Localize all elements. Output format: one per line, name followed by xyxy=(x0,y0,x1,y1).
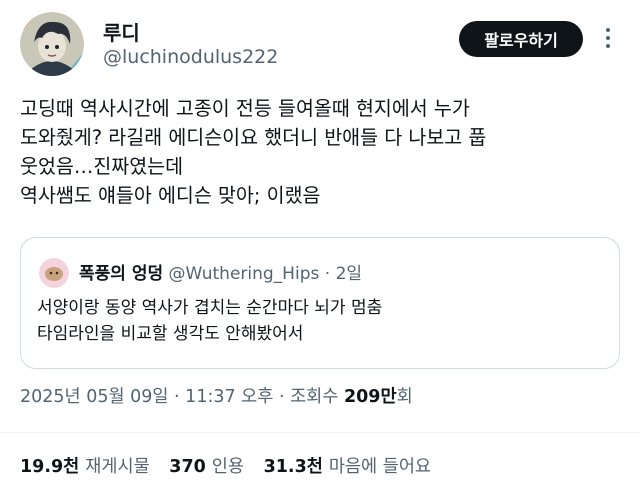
reposts-stat[interactable]: 19.9천 재게시물 xyxy=(20,453,150,478)
quotes-stat[interactable]: 370 인용 xyxy=(169,453,244,478)
quoted-tweet-header: 폭풍의 엉덩 @Wuthering_Hips · 2일 xyxy=(79,259,362,284)
views-count: 209만 xyxy=(343,387,397,407)
likes-count: 31.3천 xyxy=(263,457,323,477)
quoted-tweet-text: 서양이랑 동양 역사가 겹치는 순간마다 뇌가 멈춤 타임라인을 비교할 생각도… xyxy=(37,295,607,347)
likes-label: 마음에 들어요 xyxy=(328,457,432,477)
quotes-label: 인용 xyxy=(211,457,244,477)
author-display-name[interactable]: 루디 xyxy=(103,17,140,46)
quoted-author-handle[interactable]: @Wuthering_Hips xyxy=(169,264,320,284)
tweet-timestamp[interactable]: 2025년 05월 09일 · 11:37 오후 · 조회수 xyxy=(20,387,344,407)
author-avatar[interactable] xyxy=(20,12,84,76)
engagement-stats: 19.9천 재게시물 370 인용 31.3천 마음에 들어요 xyxy=(20,453,445,478)
quoted-text-line: 서양이랑 동양 역사가 겹치는 순간마다 뇌가 멈춤 xyxy=(37,298,383,318)
quoted-tweet-card[interactable]: 폭풍의 엉덩 @Wuthering_Hips · 2일 서양이랑 동양 역사가 … xyxy=(20,237,620,369)
divider xyxy=(0,432,640,433)
tweet-text-line: 역사쌤도 얘들아 에디슨 맞아; 이랬음 xyxy=(20,184,321,207)
reposts-label: 재게시물 xyxy=(85,457,150,477)
more-options-icon[interactable] xyxy=(598,24,618,54)
tweet-text-line: 웃었음…진짜였는데 xyxy=(20,155,184,178)
quoted-author-avatar[interactable] xyxy=(39,258,69,288)
likes-stat[interactable]: 31.3천 마음에 들어요 xyxy=(264,453,431,478)
tweet-text-line: 고딩때 역사시간에 고종이 전등 들여올때 현지에서 누가 xyxy=(20,97,470,120)
quoted-text-line: 타임라인을 비교할 생각도 안해봤어서 xyxy=(37,324,304,344)
tweet-text: 고딩때 역사시간에 고종이 전등 들여올때 현지에서 누가 도와줬게? 라길래 … xyxy=(20,94,620,210)
quoted-author-name[interactable]: 폭풍의 엉덩 xyxy=(79,264,163,284)
reposts-count: 19.9천 xyxy=(20,457,80,477)
tweet-detail: 루디 @luchinodulus222 팔로우하기 고딩때 역사시간에 고종이 … xyxy=(0,0,640,489)
tweet-meta: 2025년 05월 09일 · 11:37 오후 · 조회수 209만회 xyxy=(20,383,413,408)
author-handle[interactable]: @luchinodulus222 xyxy=(103,46,278,68)
views-suffix: 회 xyxy=(396,387,413,407)
quoted-separator: · xyxy=(319,264,336,284)
quotes-count: 370 xyxy=(169,457,206,477)
tweet-text-line: 도와줬게? 라길래 에디슨이요 했더니 반애들 다 나보고 풉 xyxy=(20,126,487,149)
quoted-time[interactable]: 2일 xyxy=(336,264,362,284)
follow-button[interactable]: 팔로우하기 xyxy=(459,21,583,57)
